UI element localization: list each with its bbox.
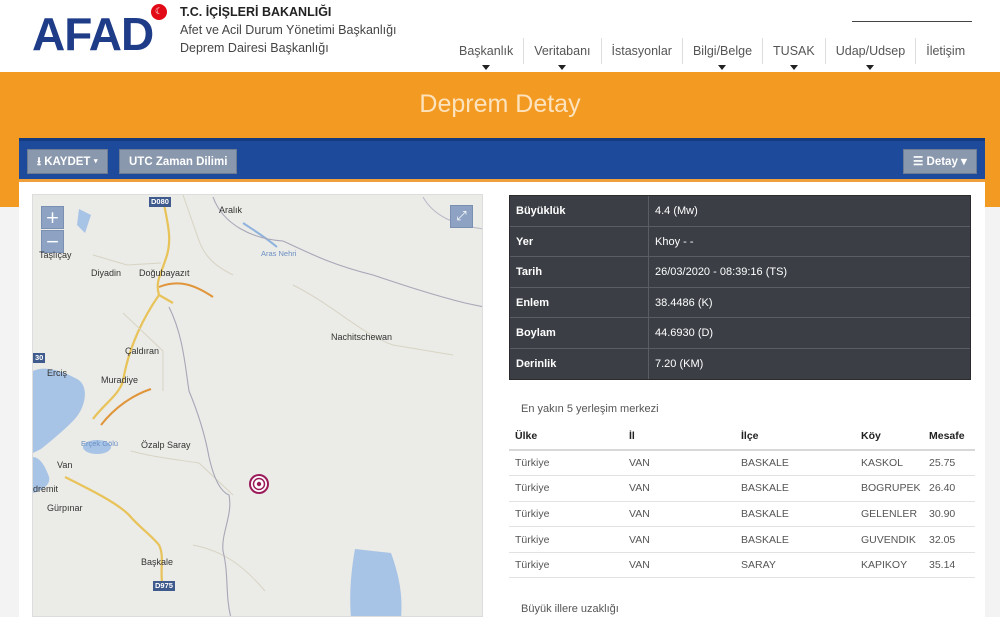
road-sign-30: 30	[33, 353, 46, 363]
col-district: İlçe	[735, 423, 855, 451]
table-row: Türkiye VAN BASKALE BOGRUPEK 26.40	[509, 475, 975, 502]
main-nav: Başkanlık Veritabanı İstasyonlar Bilgi/B…	[449, 38, 975, 70]
org-line-3: Deprem Dairesi Başkanlığı	[180, 41, 329, 55]
utc-timezone-button[interactable]: UTC Zaman Dilimi	[119, 149, 238, 174]
col-distance: Mesafe	[923, 423, 975, 451]
road-sign-d080: D080	[149, 197, 171, 207]
map-label-caldiran: Çaldıran	[125, 346, 160, 356]
nearest-settlements-title: En yakın 5 yerleşim merkezi	[521, 403, 659, 415]
map-canvas	[33, 195, 482, 616]
detail-row-depth: Derinlik 7.20 (KM)	[510, 348, 970, 379]
detail-row-longitude: Boylam 44.6930 (D)	[510, 318, 970, 349]
nav-baskanlik[interactable]: Başkanlık	[449, 38, 525, 70]
map-label-edremit: dremit	[33, 484, 59, 494]
country-border-2	[168, 306, 232, 616]
caret-down-icon	[718, 65, 727, 70]
map-label-muradiye: Muradiye	[101, 375, 139, 385]
detail-row-location: Yer Khoy - -	[510, 226, 970, 257]
turkish-flag-icon: ☾	[151, 4, 167, 20]
earthquake-map[interactable]: + − ⤢ D080 30 D975 Aralık Aras Nehri Taş…	[32, 194, 483, 617]
road-minor-6	[292, 284, 454, 356]
page-title: Deprem Detay	[419, 90, 581, 118]
small-water	[77, 209, 91, 233]
fullscreen-icon[interactable]: ⤢	[450, 205, 473, 228]
zoom-in-button[interactable]: +	[41, 206, 64, 229]
nav-bilgi-belge[interactable]: Bilgi/Belge	[683, 38, 764, 70]
table-row: Türkiye VAN BASKALE KASKOL 25.75	[509, 450, 975, 477]
map-label-diyadin: Diyadin	[91, 268, 122, 278]
aras-river	[242, 222, 278, 248]
distance-to-cities-title: Büyük illere uzaklığı	[521, 603, 619, 615]
org-line-1: T.C. İÇİŞLERİ BAKANLIĞI	[180, 5, 332, 19]
detail-row-date: Tarih 26/03/2020 - 08:39:16 (TS)	[510, 257, 970, 288]
save-button[interactable]: ⭳ KAYDET ▾	[27, 149, 108, 174]
caret-down-icon	[866, 65, 875, 70]
road-minor-2	[92, 254, 162, 266]
table-header-row: Ülke İl İlçe Köy Mesafe	[509, 423, 975, 451]
road-minor-4	[130, 450, 234, 496]
nav-udap-udsep[interactable]: Udap/Udsep	[826, 38, 917, 70]
org-line-2: Afet ve Acil Durum Yönetimi Başkanlığı	[180, 23, 397, 37]
organization-name: T.C. İÇİŞLERİ BAKANLIĞI Afet ve Acil Dur…	[180, 3, 397, 57]
map-label-ozalp: Özalp Saray	[141, 440, 191, 450]
col-province: İl	[623, 423, 735, 451]
download-icon: ⭳	[37, 156, 42, 168]
site-header: AFAD ☾ T.C. İÇİŞLERİ BAKANLIĞI Afet ve A…	[0, 0, 1000, 72]
map-label-gurpinar: Gürpınar	[47, 503, 83, 513]
table-row: Türkiye VAN SARAY KAPIKOY 35.14	[509, 552, 975, 579]
caret-down-icon: ▾	[961, 156, 967, 168]
panel-toolbar: ⭳ KAYDET ▾ UTC Zaman Dilimi ☰ Detay ▾	[19, 138, 985, 182]
caret-down-icon	[789, 65, 798, 70]
afad-logo[interactable]: AFAD	[32, 11, 154, 57]
lake-urmia	[350, 549, 402, 616]
caret-down-icon: ▾	[93, 156, 98, 168]
detail-row-magnitude: Büyüklük 4.4 (Mw)	[510, 196, 970, 227]
top-divider	[852, 21, 972, 22]
map-label-van: Van	[57, 460, 73, 470]
country-border	[212, 196, 482, 308]
map-label-aras: Aras Nehri	[261, 249, 297, 258]
road-major-3	[64, 476, 165, 590]
nav-tusak[interactable]: TUSAK	[763, 38, 826, 70]
map-label-dogubayazit: Doğubayazıt	[139, 268, 190, 278]
map-label-tasli: Taşlıçay	[39, 250, 72, 260]
list-icon: ☰	[913, 156, 924, 168]
lake-van	[33, 368, 85, 453]
map-label-ercis: Erciş	[47, 368, 67, 378]
road-orange	[158, 282, 214, 298]
map-label-nachitschewan: Nachitschewan	[331, 332, 393, 342]
nav-veritabani[interactable]: Veritabanı	[524, 38, 602, 70]
table-row: Türkiye VAN BASKALE GUVENDIK 32.05	[509, 526, 975, 553]
nav-iletisim[interactable]: İletişim	[916, 38, 975, 64]
map-label-ercek: Erçek Gölü	[81, 439, 119, 448]
road-sign-d975: D975	[153, 581, 175, 591]
nav-istasyonlar[interactable]: İstasyonlar	[602, 38, 683, 64]
map-label-aralik: Aralık	[219, 205, 243, 215]
detail-row-latitude: Enlem 38.4486 (K)	[510, 287, 970, 318]
detail-menu-button[interactable]: ☰ Detay ▾	[903, 149, 977, 174]
col-village: Köy	[855, 423, 923, 451]
detail-panel: ⭳ KAYDET ▾ UTC Zaman Dilimi ☰ Detay ▾ + …	[19, 138, 985, 617]
caret-down-icon	[482, 65, 491, 70]
road-minor-5	[192, 544, 266, 592]
earthquake-details-table: Büyüklük 4.4 (Mw) Yer Khoy - - Tarih 26/03/…	[509, 195, 971, 380]
col-country: Ülke	[509, 423, 623, 451]
table-row: Türkiye VAN BASKALE GELENLER 30.90	[509, 501, 975, 528]
map-label-baskale: Başkale	[141, 557, 174, 567]
nearest-settlements-table: Ülke İl İlçe Köy Mesafe Türkiye VAN BASKAL…	[509, 423, 975, 579]
road-orange-2	[100, 388, 152, 426]
caret-down-icon	[558, 65, 567, 70]
